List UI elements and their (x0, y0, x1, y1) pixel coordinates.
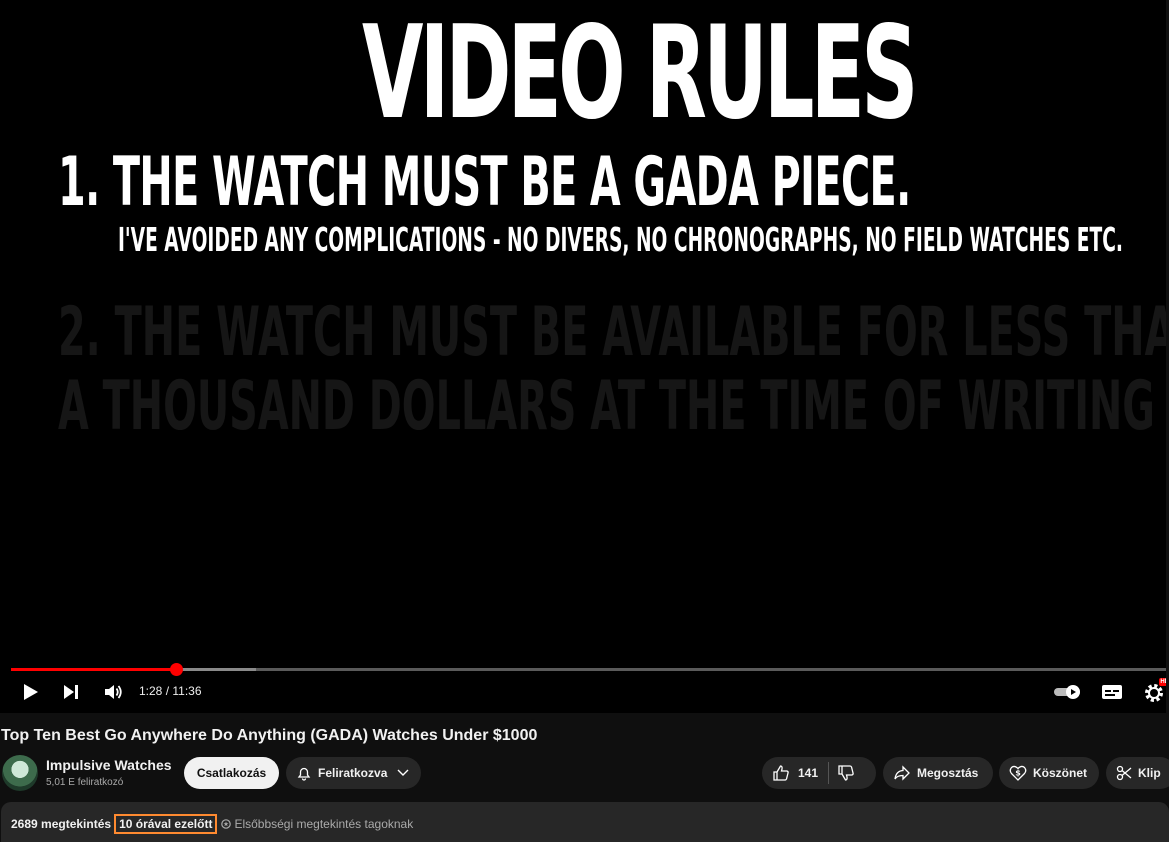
channel-name[interactable]: Impulsive Watches (46, 757, 172, 773)
bell-icon (297, 767, 311, 781)
skip-next-icon (64, 685, 78, 699)
published-time: 10 órával ezelőtt (114, 814, 218, 834)
clip-label: Klip (1138, 766, 1161, 780)
next-button[interactable] (58, 680, 84, 704)
subtitles-icon (1102, 685, 1122, 699)
description-meta: 2689 megtekintés 10 órával ezelőtt Elsőb… (11, 814, 413, 834)
slide-rule-2-line-2: A THOUSAND DOLLARS AT THE TIME OF WRITIN… (58, 367, 1155, 446)
members-first-note: Elsőbbségi megtekintés tagoknak (221, 817, 413, 831)
members-note-text: Elsőbbségi megtekintés tagoknak (234, 817, 414, 831)
thanks-button[interactable]: $ Köszönet (999, 757, 1099, 789)
view-count: 2689 megtekintés (11, 817, 112, 831)
autoplay-toggle[interactable] (1052, 682, 1084, 702)
subscribed-label: Feliratkozva (318, 766, 388, 780)
thanks-label: Köszönet (1033, 766, 1087, 780)
time-display: 1:28 / 11:36 (139, 684, 202, 698)
subtitles-button[interactable] (1099, 680, 1125, 704)
thumbs-down-icon (838, 765, 854, 781)
members-badge-icon (221, 819, 232, 829)
subscribed-button[interactable]: Feliratkozva (286, 757, 421, 789)
play-button[interactable] (18, 680, 44, 704)
heart-dollar-icon: $ (1009, 765, 1027, 781)
subscriber-count: 5,01 E feliratkozó (46, 777, 124, 788)
share-label: Megosztás (917, 766, 979, 780)
mute-button[interactable] (100, 680, 126, 704)
video-player[interactable]: VIDEO RULES 1. THE WATCH MUST BE A GADA … (0, 0, 1166, 713)
slide-rule-1: 1. THE WATCH MUST BE A GADA PIECE. (58, 143, 911, 222)
slide-title: VIDEO RULES (362, 0, 918, 148)
progress-bar[interactable] (11, 668, 1166, 671)
like-dislike-group: 141 (762, 757, 876, 789)
like-divider (828, 762, 830, 784)
share-icon (894, 765, 910, 781)
volume-icon (105, 685, 122, 699)
join-button[interactable]: Csatlakozás (184, 757, 279, 789)
slide-rule-2-line-1: 2. THE WATCH MUST BE AVAILABLE FOR LESS … (58, 293, 1166, 372)
settings-button[interactable]: HD (1142, 678, 1166, 704)
dislike-button[interactable] (837, 764, 855, 782)
join-button-label: Csatlakozás (196, 766, 267, 780)
channel-avatar[interactable] (2, 755, 38, 791)
thumbs-up-icon (773, 765, 789, 781)
hd-badge: HD (1159, 678, 1166, 686)
autoplay-toggle-icon (1054, 685, 1080, 699)
scissors-icon (1116, 765, 1132, 781)
slide-rule-1-subtitle: I'VE AVOIDED ANY COMPLICATIONS - NO DIVE… (118, 220, 1124, 259)
clip-button[interactable]: Klip (1106, 757, 1169, 789)
like-button[interactable]: 141 (772, 764, 818, 782)
like-count: 141 (798, 766, 819, 780)
chevron-down-icon (397, 769, 409, 776)
share-button[interactable]: Megosztás (883, 757, 993, 789)
play-icon (24, 684, 38, 700)
video-title: Top Ten Best Go Anywhere Do Anything (GA… (1, 727, 538, 744)
scrubber-handle[interactable] (169, 663, 183, 676)
svg-text:$: $ (1015, 769, 1021, 778)
played-fill (11, 668, 176, 671)
